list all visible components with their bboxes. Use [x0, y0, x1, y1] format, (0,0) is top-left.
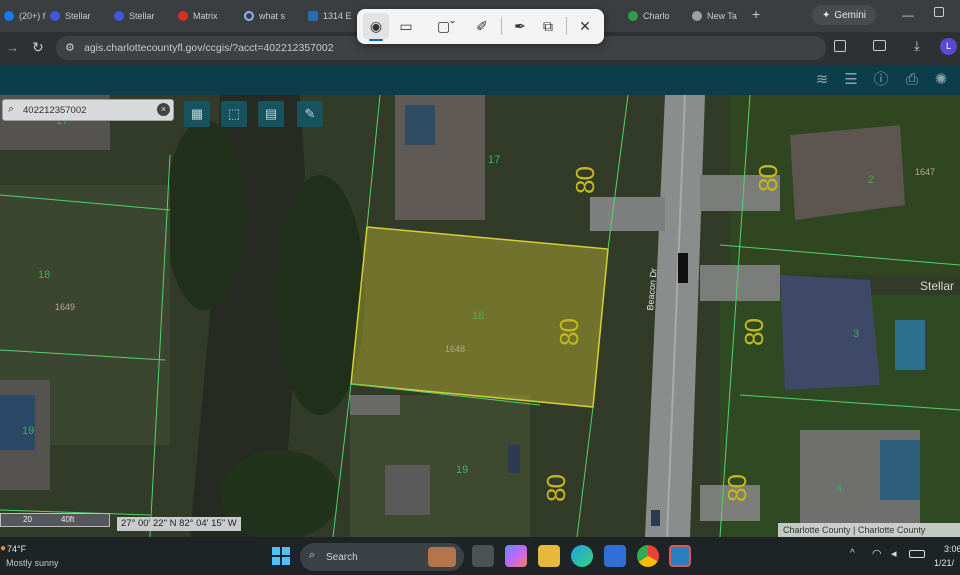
- show-hidden-icons-chevron-icon[interactable]: ^: [850, 548, 855, 559]
- measure-button[interactable]: ✎: [297, 101, 323, 127]
- zoning-label: 80: [738, 319, 769, 346]
- minimize-icon[interactable]: —: [902, 8, 914, 22]
- cast-icon[interactable]: [873, 40, 886, 51]
- browser-tab[interactable]: 1314 E: [304, 4, 356, 28]
- lot-label: 19: [456, 464, 469, 476]
- zoning-label: 80: [569, 167, 600, 194]
- lot-label: 2: [868, 174, 875, 186]
- search-icon: ⌕: [8, 103, 15, 115]
- extensions-icon[interactable]: [834, 40, 846, 52]
- scale-bar: 20 40ft: [0, 513, 110, 527]
- new-tab-plus-icon[interactable]: +: [752, 6, 760, 22]
- place-label: Stellar: [920, 279, 955, 293]
- lot-label: 18: [38, 269, 51, 281]
- site-info-icon[interactable]: ⚙: [65, 41, 75, 54]
- notes-button[interactable]: ▤: [258, 101, 284, 127]
- list-icon[interactable]: ☰: [840, 70, 862, 90]
- coordinate-readout: 27° 00' 22" N 82° 04' 15" W: [117, 517, 241, 531]
- browser-tab[interactable]: New Ta: [688, 4, 750, 28]
- browser-tab[interactable]: Stellar: [46, 4, 106, 28]
- map-attribution: Charlotte County | Charlotte County: [778, 523, 960, 537]
- lot-label: 4: [836, 483, 843, 495]
- zoning-label: 80: [553, 319, 584, 346]
- gear-icon: [114, 11, 124, 21]
- address-label: 1648: [445, 344, 466, 354]
- wifi-icon[interactable]: ◠: [872, 547, 882, 560]
- realtor-icon: [308, 11, 318, 21]
- sparkle-icon: ✦: [821, 9, 831, 21]
- edit-image-icon[interactable]: ✐: [469, 13, 495, 39]
- text-extract-icon[interactable]: ⧉: [535, 13, 561, 39]
- map-view[interactable]: 17 17 18 1649 18 1648 19 19 2 1647 3 4 8…: [0, 95, 960, 537]
- snipping-tool-icon[interactable]: [669, 545, 691, 567]
- browser-tab[interactable]: what s: [240, 4, 300, 28]
- zoning-label: 80: [752, 165, 783, 192]
- print-icon[interactable]: ⎙: [901, 70, 923, 90]
- layers-icon[interactable]: ≋: [811, 70, 833, 90]
- snipping-toolbar: ◉ ▭ ▢ˇ ✐ ✒ ⧉ ✕: [357, 9, 604, 44]
- lot-label: 18: [472, 310, 485, 322]
- lot-label: 17: [488, 154, 501, 166]
- chrome-icon[interactable]: [637, 545, 659, 567]
- profile-avatar[interactable]: L: [940, 38, 957, 55]
- weather-description[interactable]: Mostly sunny: [6, 558, 59, 568]
- clock-date[interactable]: 1/21/: [934, 558, 954, 568]
- taskbar-search-input[interactable]: ⌕ Search: [300, 543, 464, 571]
- parcel-search-input[interactable]: ⌕ 402212357002 ×: [2, 99, 174, 121]
- microsoft-store-icon[interactable]: [604, 545, 626, 567]
- forward-arrow-icon[interactable]: →: [6, 40, 19, 55]
- browser-tab[interactable]: Charlo: [624, 4, 686, 28]
- clock-time[interactable]: 3:06: [944, 544, 960, 554]
- charlotte-county-icon: [628, 11, 638, 21]
- lot-label: 19: [22, 425, 35, 437]
- toolbar-divider: [501, 17, 502, 35]
- browser-tab[interactable]: Matrix: [174, 4, 236, 28]
- gear-icon: [50, 11, 60, 21]
- search-icon: ⌕: [309, 549, 316, 561]
- clear-search-icon[interactable]: ×: [157, 103, 170, 116]
- browser-tab[interactable]: Stellar: [110, 4, 170, 28]
- battery-icon[interactable]: [909, 550, 925, 558]
- basemap-icon[interactable]: ✺: [930, 70, 952, 90]
- volume-icon[interactable]: ◂: [891, 547, 897, 560]
- reload-icon[interactable]: ↻: [32, 39, 44, 56]
- download-icon[interactable]: ⤓: [914, 38, 920, 54]
- facebook-icon: [4, 11, 14, 21]
- weather-icon[interactable]: ●: [0, 543, 6, 554]
- matrix-icon: [178, 11, 188, 21]
- address-label: 1647: [915, 167, 936, 177]
- rectangle-mode-dropdown-icon[interactable]: ▢ˇ: [429, 13, 463, 39]
- close-icon[interactable]: ✕: [572, 13, 598, 39]
- info-icon[interactable]: ⓘ: [870, 70, 892, 90]
- zoning-label: 80: [721, 475, 752, 502]
- weather-temperature[interactable]: 74°F: [7, 544, 26, 554]
- file-explorer-icon[interactable]: [538, 545, 560, 567]
- gemini-button[interactable]: ✦ Gemini: [812, 5, 876, 25]
- grid-tool-button[interactable]: ▦: [184, 101, 210, 127]
- zoning-label: 80: [540, 475, 571, 502]
- screenshot-mode-camera-icon[interactable]: ◉: [363, 13, 389, 39]
- address-label: 1649: [55, 302, 76, 312]
- edge-browser-icon[interactable]: [571, 545, 593, 567]
- color-picker-icon[interactable]: ✒: [507, 13, 533, 39]
- restore-window-icon[interactable]: [934, 7, 944, 17]
- lot-label: 3: [853, 328, 860, 340]
- toolbar-divider: [566, 17, 567, 35]
- globe-icon: [692, 11, 702, 21]
- windows-start-icon[interactable]: [272, 547, 290, 565]
- search-icon: [244, 11, 254, 21]
- url-text: agis.charlottecountyfl.gov/ccgis/?acct=4…: [84, 42, 334, 54]
- copilot-icon[interactable]: [505, 545, 527, 567]
- active-indicator: [369, 39, 383, 41]
- task-view-icon[interactable]: [472, 545, 494, 567]
- select-area-button[interactable]: ⬚: [221, 101, 247, 127]
- video-record-icon[interactable]: ▭: [393, 13, 419, 39]
- search-highlight-illustration-icon: [428, 547, 456, 567]
